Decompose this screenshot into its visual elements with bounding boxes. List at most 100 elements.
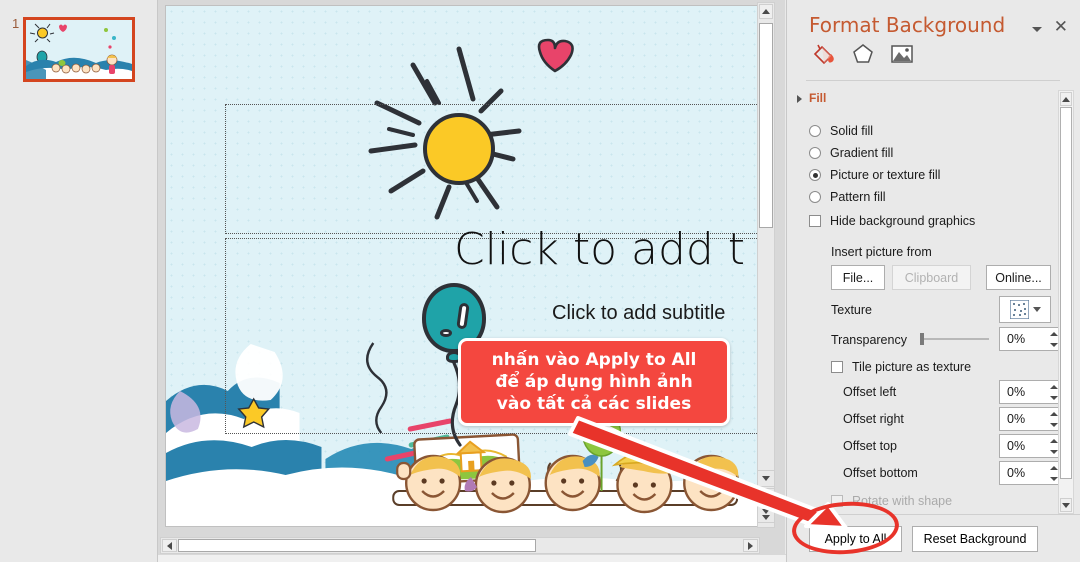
offset-left-value: 0% <box>1007 385 1026 399</box>
fill-option-solid[interactable]: Solid fill <box>809 121 873 141</box>
thumbnail-artwork <box>26 20 132 79</box>
triangle-down-icon-1 <box>762 509 770 514</box>
fill-option-picture-texture-label: Picture or texture fill <box>830 168 941 182</box>
title-placeholder-box[interactable] <box>225 104 761 234</box>
triangle-down-icon <box>762 476 770 481</box>
texture-swatch-icon <box>1009 300 1029 319</box>
scroll-right-button[interactable] <box>743 539 758 552</box>
horizontal-scrollbar-thumb[interactable] <box>178 539 536 552</box>
section-collapse-icon[interactable] <box>797 95 802 103</box>
spinner-down-icon[interactable] <box>1049 395 1058 400</box>
panel-title: Format Background <box>809 13 1006 37</box>
offset-top-value: 0% <box>1007 439 1026 453</box>
panel-dropdown-icon[interactable] <box>1030 22 1044 36</box>
scroll-up-button[interactable] <box>759 4 773 19</box>
double-up-icon <box>762 491 770 502</box>
callout-line-1: nhấn vào Apply to All <box>491 350 697 370</box>
vertical-scrollbar-thumb[interactable] <box>759 23 773 228</box>
fill-option-gradient[interactable]: Gradient fill <box>809 143 893 163</box>
transparency-label: Transparency <box>831 333 907 347</box>
picture-tab[interactable] <box>885 38 919 70</box>
online-button[interactable]: Online... <box>986 265 1051 290</box>
spinner-up-icon[interactable] <box>1049 466 1058 471</box>
spinner-down-icon[interactable] <box>1049 449 1058 454</box>
fill-option-pattern[interactable]: Pattern fill <box>809 187 886 207</box>
callout-tail <box>592 418 706 476</box>
tile-picture-label: Tile picture as texture <box>852 360 972 374</box>
offset-bottom-value: 0% <box>1007 466 1026 480</box>
panel-divider <box>806 80 1060 81</box>
callout-line-2: để áp dụng hình ảnh <box>495 372 693 392</box>
paint-bucket-icon <box>813 44 834 65</box>
next-slide-button[interactable] <box>757 506 775 523</box>
fill-option-solid-label: Solid fill <box>830 124 874 138</box>
triangle-left-icon <box>167 541 172 550</box>
spinner-down-icon[interactable] <box>1049 422 1058 427</box>
clipboard-button: Clipboard <box>892 265 971 290</box>
radio-solid-fill[interactable] <box>809 125 821 137</box>
triangle-up-icon <box>1062 96 1070 102</box>
triangle-down-icon-2 <box>762 515 770 520</box>
transparency-slider[interactable] <box>919 332 991 346</box>
offset-right-spinner[interactable]: 0% <box>999 407 1062 431</box>
subtitle-placeholder-text[interactable]: Click to add subtitle <box>552 302 725 325</box>
annotation-callout: nhấn vào Apply to All để áp dụng hình ản… <box>458 338 730 426</box>
fill-section-header[interactable]: Fill <box>809 91 826 105</box>
radio-gradient-fill[interactable] <box>809 147 821 159</box>
spinner-down-icon[interactable] <box>1049 342 1058 347</box>
triangle-right-icon <box>748 541 753 550</box>
pentagon-icon <box>853 44 873 63</box>
checkbox-hide-background-graphics[interactable] <box>809 215 821 227</box>
offset-right-label: Offset right <box>843 412 904 426</box>
spinner-up-icon[interactable] <box>1049 385 1058 390</box>
offset-bottom-label: Offset bottom <box>843 466 918 480</box>
callout-line-3: vào tất cả các slides <box>496 394 692 414</box>
offset-left-spinner[interactable]: 0% <box>999 380 1062 404</box>
tile-picture-row[interactable]: Tile picture as texture <box>831 358 971 376</box>
triangle-up-icon <box>762 9 770 14</box>
reset-background-button[interactable]: Reset Background <box>912 526 1038 552</box>
hide-background-graphics-row[interactable]: Hide background graphics <box>809 212 975 230</box>
triangle-up-icon-1 <box>762 491 770 496</box>
hide-background-graphics-label: Hide background graphics <box>830 214 976 228</box>
triangle-down-icon <box>1062 502 1070 508</box>
slide-thumbnail-1[interactable] <box>23 17 135 82</box>
triangle-up-icon-2 <box>762 497 770 502</box>
panel-scroll-down-button[interactable] <box>1060 498 1072 512</box>
offset-top-label: Offset top <box>843 439 897 453</box>
spinner-down-icon[interactable] <box>1049 476 1058 481</box>
transparency-spinner[interactable]: 0% <box>999 327 1062 351</box>
slide-number-label: 1 <box>12 16 20 31</box>
chevron-down-icon <box>1032 26 1042 32</box>
slide-horizontal-scrollbar[interactable] <box>160 537 760 554</box>
heart-icon <box>534 38 574 74</box>
picture-icon <box>891 45 913 63</box>
thumbnail-pane: 1 <box>0 0 158 562</box>
offset-bottom-spinner[interactable]: 0% <box>999 461 1062 485</box>
radio-picture-or-texture-fill[interactable] <box>809 169 821 181</box>
radio-pattern-fill[interactable] <box>809 191 821 203</box>
texture-label: Texture <box>831 303 872 317</box>
panel-scroll-up-button[interactable] <box>1060 92 1072 106</box>
chevron-down-icon <box>1032 307 1041 312</box>
scroll-left-button[interactable] <box>162 539 177 552</box>
spinner-up-icon[interactable] <box>1049 439 1058 444</box>
fill-option-gradient-label: Gradient fill <box>830 146 894 160</box>
double-down-icon <box>762 509 770 520</box>
spinner-up-icon[interactable] <box>1049 332 1058 337</box>
panel-scrollbar-thumb[interactable] <box>1060 107 1072 479</box>
offset-top-spinner[interactable]: 0% <box>999 434 1062 458</box>
texture-dropdown-button[interactable] <box>999 296 1051 323</box>
title-placeholder-text[interactable]: Click to add t <box>454 224 745 275</box>
close-icon[interactable]: ✕ <box>1054 18 1068 35</box>
fill-option-picture-texture[interactable]: Picture or texture fill <box>809 165 940 185</box>
checkbox-tile-picture-as-texture[interactable] <box>831 361 843 373</box>
fill-option-pattern-label: Pattern fill <box>830 190 886 204</box>
transparency-value: 0% <box>1007 332 1026 346</box>
fill-tab[interactable] <box>807 38 841 70</box>
format-background-panel: Format Background ✕ Fill Solid fill Grad… <box>786 0 1080 562</box>
spinner-up-icon[interactable] <box>1049 412 1058 417</box>
file-button[interactable]: File... <box>831 265 885 290</box>
effects-tab[interactable] <box>846 38 880 70</box>
panel-scrollbar[interactable] <box>1058 90 1074 514</box>
